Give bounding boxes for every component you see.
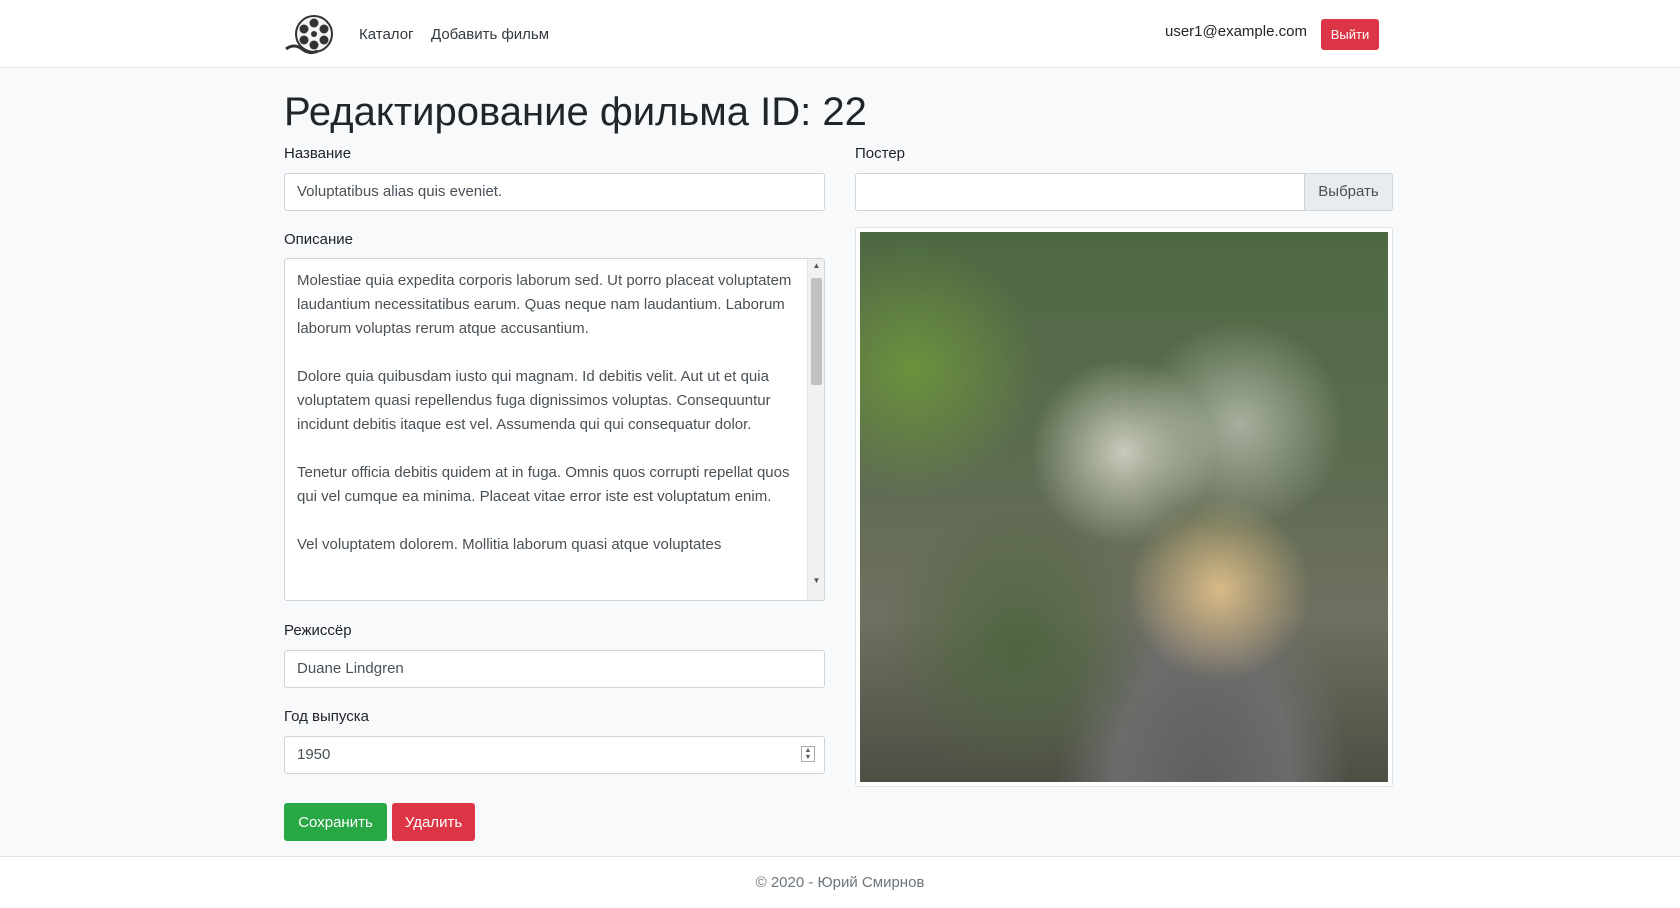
description-paragraph: Molestiae quia expedita corporis laborum… — [297, 272, 792, 337]
director-input[interactable]: Duane Lindgren — [284, 650, 825, 688]
user-email: user1@example.com — [1165, 23, 1307, 40]
poster-preview — [855, 227, 1393, 787]
description-content: Molestiae quia expedita corporis laborum… — [297, 269, 802, 581]
nav-link-add-film[interactable]: Добавить фильм — [431, 25, 549, 45]
scroll-thumb[interactable] — [811, 278, 822, 385]
delete-button[interactable]: Удалить — [392, 803, 475, 841]
director-label: Режиссёр — [284, 622, 352, 639]
description-textarea[interactable]: Molestiae quia expedita corporis laborum… — [284, 258, 825, 601]
save-button[interactable]: Сохранить — [284, 803, 387, 841]
poster-browse-button[interactable]: Выбрать — [1304, 174, 1392, 210]
number-spinner-icon[interactable]: ▲ ▼ — [801, 746, 815, 762]
nav-link-catalog[interactable]: Каталог — [359, 25, 414, 45]
footer: © 2020 - Юрий Смирнов — [0, 856, 1680, 908]
scroll-down-icon[interactable]: ▼ — [808, 574, 824, 588]
scroll-up-icon[interactable]: ▲ — [808, 259, 824, 273]
poster-label: Постер — [855, 145, 906, 162]
description-scrollbar[interactable]: ▲ ▼ — [807, 259, 824, 600]
film-reel-icon[interactable] — [284, 13, 334, 55]
logout-button[interactable]: Выйти — [1321, 19, 1379, 50]
description-label: Описание — [284, 231, 354, 248]
footer-text: © 2020 - Юрий Смирнов — [755, 874, 925, 891]
year-input[interactable]: 1950 — [284, 736, 825, 774]
description-paragraph: Vel voluptatem dolorem. Mollitia laborum… — [297, 536, 722, 553]
year-field: 1950 ▲ ▼ — [284, 736, 825, 774]
name-label: Название — [284, 145, 352, 162]
poster-file-input[interactable]: Выбрать — [855, 173, 1393, 211]
poster-image — [860, 232, 1388, 782]
year-label: Год выпуска — [284, 708, 369, 725]
description-paragraph: Dolore quia quibusdam iusto qui magnam. … — [297, 368, 771, 433]
name-input[interactable]: Voluptatibus alias quis eveniet. — [284, 173, 825, 211]
description-paragraph: Tenetur officia debitis quidem at in fug… — [297, 464, 790, 505]
page-title: Редактирование фильма ID: 22 — [284, 90, 867, 134]
navbar: Каталог Добавить фильм user1@example.com… — [0, 0, 1680, 68]
